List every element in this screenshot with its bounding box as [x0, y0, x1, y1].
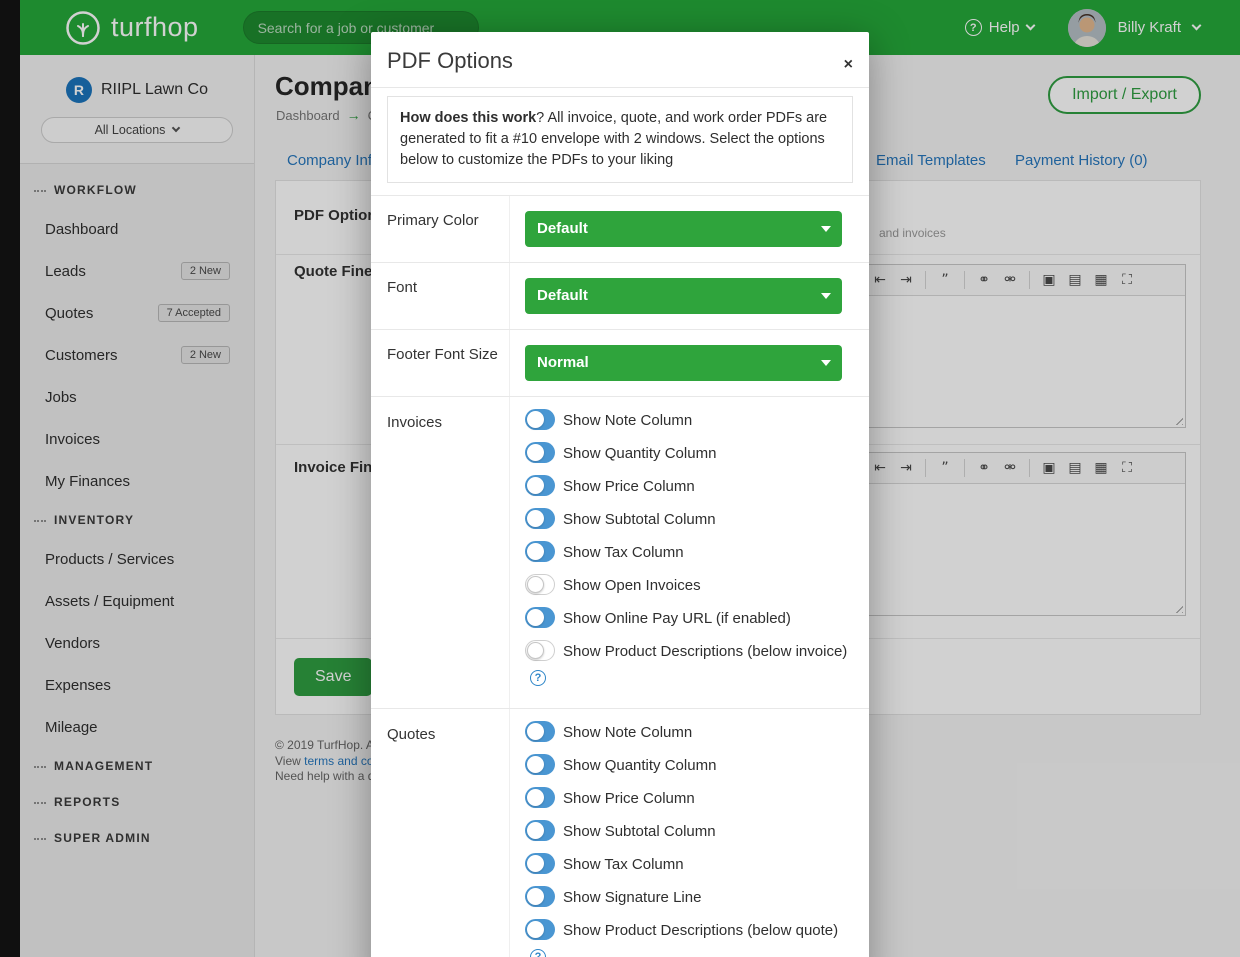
font-value: Default	[537, 287, 588, 304]
toggle-knob	[527, 444, 544, 461]
toggle-knob	[527, 822, 544, 839]
footer-font-size-label: Footer Font Size	[371, 330, 510, 396]
toggle-show-price-column[interactable]	[525, 787, 555, 808]
toggle-knob	[527, 855, 544, 872]
toggle-item: Show Note Column	[525, 409, 854, 432]
modal-intro: How does this work? All invoice, quote, …	[387, 96, 853, 183]
toggle-show-subtotal-column[interactable]	[525, 820, 555, 841]
invoices-row: Invoices Show Note Column Show Quantity …	[371, 396, 869, 708]
toggle-item: Show Price Column	[525, 787, 854, 810]
toggle-item: Show Tax Column	[525, 541, 854, 564]
toggle-item: Show Subtotal Column	[525, 508, 854, 531]
quotes-label: Quotes	[371, 709, 510, 957]
toggle-show-tax-column[interactable]	[525, 853, 555, 874]
toggle-item: Show Signature Line	[525, 886, 854, 909]
toggle-item: Show Subtotal Column	[525, 820, 854, 843]
toggle-knob	[527, 789, 544, 806]
toggle-item: Show Online Pay URL (if enabled)	[525, 607, 854, 630]
toggle-item: Show Quantity Column	[525, 442, 854, 465]
font-row: Font Default	[371, 262, 869, 329]
toggle-knob	[527, 477, 544, 494]
caret-down-icon	[821, 226, 831, 232]
primary-color-row: Primary Color Default	[371, 195, 869, 262]
toggle-show-tax-column[interactable]	[525, 541, 555, 562]
toggle-knob	[527, 888, 544, 905]
toggle-knob	[527, 723, 544, 740]
help-icon[interactable]: ?	[530, 949, 546, 957]
toggle-show-product-descriptions-invoice[interactable]	[525, 640, 555, 661]
toggle-show-price-column[interactable]	[525, 475, 555, 496]
toggle-item: Show Product Descriptions (below invoice…	[525, 640, 854, 686]
toggle-show-note-column[interactable]	[525, 409, 555, 430]
toggle-knob	[527, 921, 544, 938]
toggle-knob	[527, 642, 544, 659]
toggle-item: Show Quantity Column	[525, 754, 854, 777]
toggle-item: Show Note Column	[525, 721, 854, 744]
modal-title: PDF Options	[387, 48, 513, 73]
primary-color-label: Primary Color	[371, 196, 510, 262]
toggle-show-subtotal-column[interactable]	[525, 508, 555, 529]
pdf-options-modal: PDF Options × How does this work? All in…	[371, 32, 869, 957]
footer-font-size-value: Normal	[537, 354, 589, 371]
caret-down-icon	[821, 360, 831, 366]
footer-font-size-select[interactable]: Normal	[525, 345, 842, 381]
invoices-label: Invoices	[371, 397, 510, 708]
primary-color-select[interactable]: Default	[525, 211, 842, 247]
toggle-show-open-invoices[interactable]	[525, 574, 555, 595]
toggle-show-quantity-column[interactable]	[525, 754, 555, 775]
modal-header: PDF Options ×	[371, 32, 869, 88]
toggle-item: Show Price Column	[525, 475, 854, 498]
font-select[interactable]: Default	[525, 278, 842, 314]
toggle-knob	[527, 576, 544, 593]
toggle-knob	[527, 411, 544, 428]
toggle-show-product-descriptions-quote[interactable]	[525, 919, 555, 940]
toggle-knob	[527, 756, 544, 773]
font-label: Font	[371, 263, 510, 329]
toggle-knob	[527, 609, 544, 626]
toggle-show-quantity-column[interactable]	[525, 442, 555, 463]
toggle-knob	[527, 543, 544, 560]
intro-bold-text: How does this work	[400, 110, 536, 126]
toggle-show-online-pay-url[interactable]	[525, 607, 555, 628]
help-icon[interactable]: ?	[530, 670, 546, 686]
quotes-row: Quotes Show Note Column Show Quantity Co…	[371, 708, 869, 957]
toggle-item: Show Tax Column	[525, 853, 854, 876]
caret-down-icon	[821, 293, 831, 299]
primary-color-value: Default	[537, 220, 588, 237]
footer-font-size-row: Footer Font Size Normal	[371, 329, 869, 396]
toggle-show-note-column[interactable]	[525, 721, 555, 742]
toggle-knob	[527, 510, 544, 527]
close-icon[interactable]: ×	[844, 58, 853, 72]
toggle-show-signature-line[interactable]	[525, 886, 555, 907]
toggle-item: Show Product Descriptions (below quote)?	[525, 919, 854, 957]
toggle-item: Show Open Invoices	[525, 574, 854, 597]
